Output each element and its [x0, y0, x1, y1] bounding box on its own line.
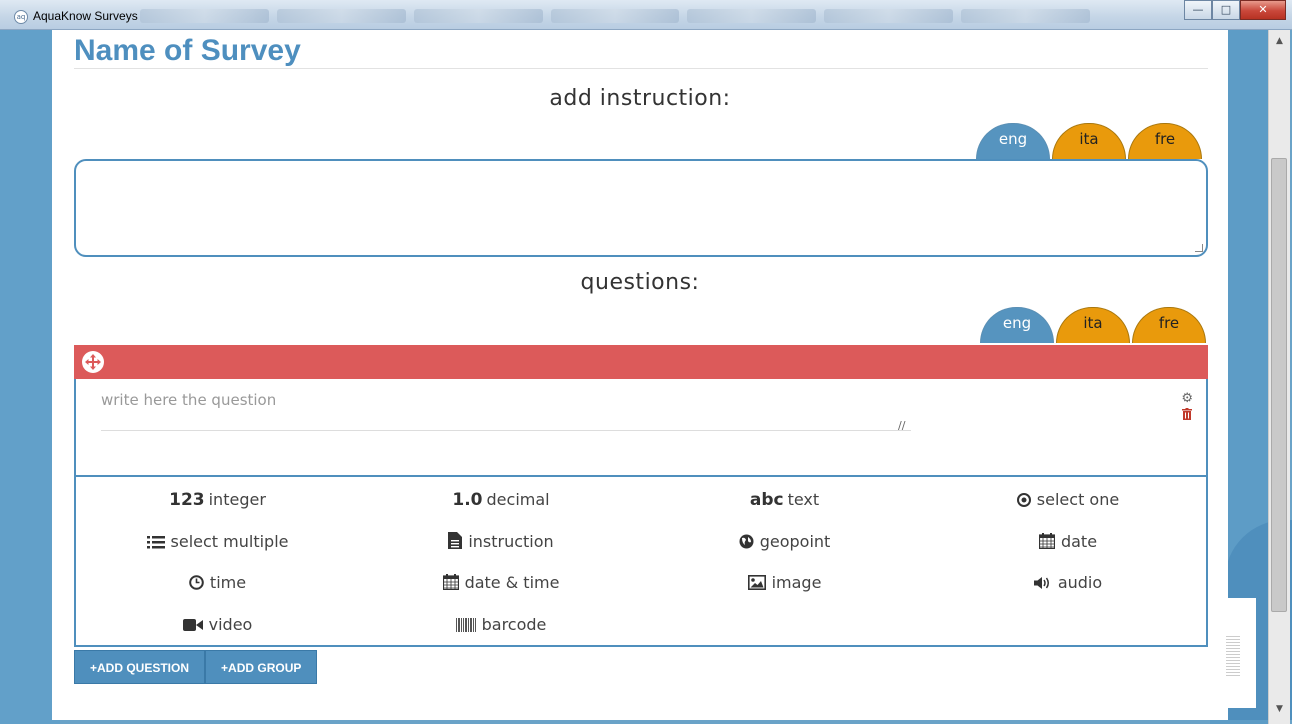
- type-label: integer: [208, 490, 266, 509]
- question-type-select-one[interactable]: select one: [927, 490, 1210, 511]
- question-language-tabs: eng ita fre: [980, 307, 1206, 343]
- tab-ita[interactable]: ita: [1052, 123, 1126, 159]
- type-label: select multiple: [170, 531, 289, 551]
- panel-divider: [76, 475, 1206, 477]
- type-label: select one: [1036, 490, 1120, 509]
- type-label: instruction: [468, 531, 554, 551]
- tab-fre[interactable]: fre: [1128, 123, 1202, 159]
- type-label: time: [209, 573, 247, 593]
- scroll-up-arrow-icon[interactable]: ▲: [1269, 36, 1290, 52]
- resize-handle-icon[interactable]: ∕∕: [898, 419, 905, 432]
- type-glyph: abc: [749, 490, 784, 510]
- type-label: text: [787, 490, 820, 509]
- barcode-icon: [455, 617, 476, 636]
- maximize-button[interactable]: □: [1212, 0, 1240, 20]
- question-type-decimal[interactable]: 1.0 decimal: [360, 490, 643, 510]
- minimize-button[interactable]: —: [1184, 0, 1212, 20]
- tab-fre[interactable]: fre: [1132, 307, 1206, 343]
- type-glyph: 123: [169, 490, 205, 510]
- question-type-audio[interactable]: audio: [927, 573, 1210, 594]
- instruction-heading: add instruction:: [549, 86, 731, 111]
- type-label: barcode: [481, 615, 547, 635]
- picture-icon: [747, 575, 766, 594]
- side-widget-lines: [1226, 636, 1240, 676]
- scroll-thumb[interactable]: [1271, 158, 1287, 612]
- instruction-language-tabs: eng ita fre: [976, 123, 1202, 159]
- question-type-integer[interactable]: 123 integer: [76, 490, 359, 510]
- calendar-icon: [1038, 532, 1056, 553]
- video-camera-icon: [182, 617, 203, 636]
- window-title: AquaKnow Surveys: [33, 9, 138, 23]
- side-widget[interactable]: [1214, 598, 1256, 708]
- type-glyph: 1.0: [452, 490, 483, 510]
- volume-icon: [1033, 575, 1052, 594]
- file-icon: [448, 531, 463, 553]
- question-header-bar: [74, 345, 1208, 379]
- list-icon: [146, 534, 165, 553]
- question-type-geopoint[interactable]: geopoint: [643, 532, 926, 553]
- question-input[interactable]: write here the question: [101, 391, 911, 431]
- tab-eng[interactable]: eng: [980, 307, 1054, 343]
- scroll-down-arrow-icon[interactable]: ▼: [1269, 704, 1290, 720]
- question-panel: write here the question ∕∕ ⚙ 123 integer 1…: [74, 379, 1208, 647]
- window-controls: — □ ✕: [1184, 0, 1286, 20]
- question-type-time[interactable]: time: [76, 573, 359, 594]
- title-divider: [74, 68, 1208, 69]
- type-label: image: [771, 573, 822, 593]
- question-type-instruction[interactable]: instruction: [360, 531, 643, 553]
- type-label: video: [208, 615, 253, 635]
- resize-handle-icon[interactable]: [1195, 244, 1203, 252]
- clock-icon: [189, 575, 204, 594]
- question-type-video[interactable]: video: [76, 615, 359, 636]
- radio-icon: [1016, 492, 1031, 511]
- gear-icon[interactable]: ⚙: [1181, 391, 1193, 406]
- blurred-taskbar-tabs: [140, 9, 1091, 23]
- page-title[interactable]: Name of Survey: [74, 34, 301, 68]
- question-type-date[interactable]: date: [927, 532, 1210, 553]
- type-label: decimal: [486, 490, 550, 509]
- background-left: [0, 30, 60, 724]
- question-type-date-time[interactable]: date & time: [360, 573, 643, 594]
- question-type-barcode[interactable]: barcode: [360, 615, 643, 636]
- type-label: geopoint: [759, 531, 831, 551]
- type-label: date: [1060, 531, 1098, 551]
- add-question-button[interactable]: +ADD QUESTION: [74, 650, 206, 684]
- trash-icon[interactable]: [1182, 408, 1192, 420]
- tab-ita[interactable]: ita: [1056, 307, 1130, 343]
- globe-icon: [739, 534, 754, 553]
- tab-eng[interactable]: eng: [976, 123, 1050, 159]
- type-label: audio: [1057, 573, 1103, 593]
- action-buttons: +ADD QUESTION +ADD GROUP: [74, 650, 318, 684]
- questions-heading: questions:: [580, 270, 700, 295]
- question-type-text[interactable]: abc text: [643, 490, 926, 510]
- app-logo-icon: aq: [14, 10, 28, 24]
- type-label: date & time: [464, 573, 560, 593]
- calendar-icon: [442, 574, 459, 594]
- question-type-image[interactable]: image: [643, 573, 926, 594]
- move-icon[interactable]: [82, 351, 104, 373]
- add-group-button[interactable]: +ADD GROUP: [205, 650, 318, 684]
- survey-editor-page: Name of Survey add instruction: eng ita fr…: [52, 30, 1228, 720]
- window-titlebar: aq AquaKnow Surveys — □ ✕: [0, 0, 1292, 30]
- close-button[interactable]: ✕: [1240, 0, 1286, 20]
- scrollbar[interactable]: ▲ ▼: [1268, 30, 1290, 724]
- question-type-select-multiple[interactable]: select multiple: [76, 532, 359, 553]
- instruction-textarea[interactable]: [74, 159, 1208, 257]
